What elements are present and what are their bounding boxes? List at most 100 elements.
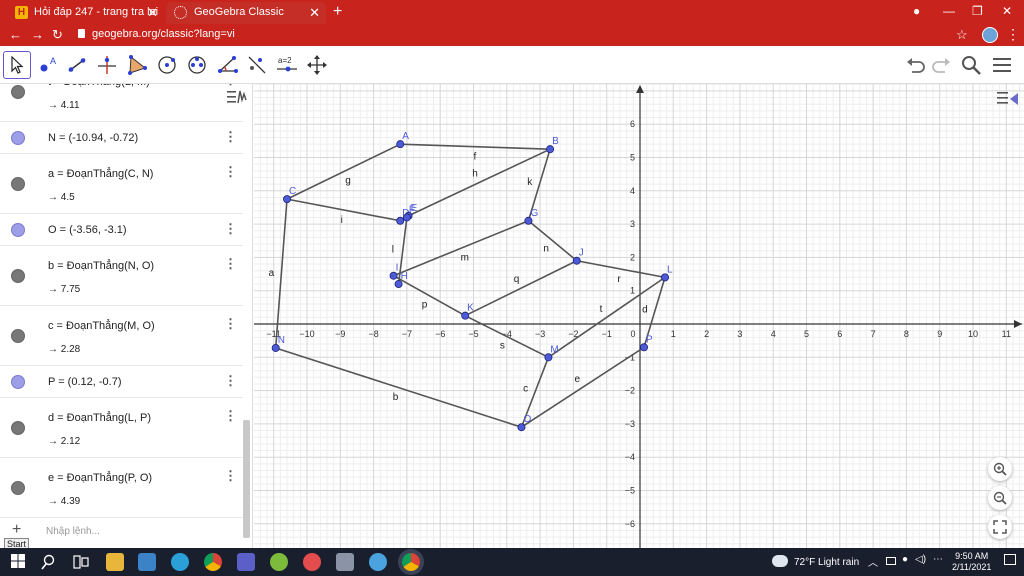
- tab-search-icon[interactable]: ●: [913, 4, 920, 18]
- main-menu-button[interactable]: [988, 51, 1016, 79]
- coordinate-plane[interactable]: −11 −10 −9 −8 −7 −6 −5 −4 −3 −2 −1 0 1 2 3 4 5 6 7 8 9 10 1165…: [254, 84, 1024, 548]
- app-icon-shield[interactable]: [336, 553, 354, 571]
- move-tool[interactable]: [3, 51, 31, 79]
- close-tab-icon[interactable]: ✕: [309, 5, 320, 21]
- url-field[interactable]: geogebra.org/classic?lang=vi: [92, 28, 235, 40]
- profile-avatar[interactable]: [982, 27, 998, 43]
- y-tick-label: −5: [625, 486, 635, 496]
- close-window-icon[interactable]: ✕: [1002, 4, 1012, 18]
- close-tab-icon[interactable]: ✕: [147, 5, 158, 21]
- search-button[interactable]: [957, 51, 985, 79]
- x-tick-label: 7: [871, 329, 876, 339]
- volume-icon[interactable]: ◁): [915, 554, 926, 565]
- tab-geogebra[interactable]: GeoGebra Classic ✕: [166, 2, 326, 24]
- search-taskbar-icon[interactable]: [40, 553, 58, 571]
- task-view-icon[interactable]: [72, 553, 90, 571]
- algebra-scrollbar[interactable]: [243, 420, 250, 538]
- move-view-tool[interactable]: [303, 51, 331, 79]
- undo-button[interactable]: [902, 51, 930, 79]
- ellipse-tool[interactable]: [183, 51, 211, 79]
- row-menu-icon[interactable]: ⋮: [224, 408, 237, 424]
- row-menu-icon[interactable]: ⋮: [224, 129, 237, 145]
- line-tool[interactable]: [63, 51, 91, 79]
- algebra-row[interactable]: e = ĐoạnThẳng(P, O) → 4.39 ⋮: [0, 458, 243, 518]
- add-icon[interactable]: +: [12, 521, 21, 539]
- point-tool[interactable]: A: [34, 51, 62, 79]
- battery-icon[interactable]: [886, 557, 896, 565]
- algebra-row[interactable]: c = ĐoạnThẳng(M, O) → 2.28 ⋮: [0, 306, 243, 366]
- new-tab-button[interactable]: +: [333, 3, 342, 21]
- row-menu-icon[interactable]: ⋮: [224, 256, 237, 272]
- file-explorer-icon[interactable]: [106, 553, 124, 571]
- visibility-toggle[interactable]: [11, 375, 25, 389]
- angle-tool[interactable]: [213, 51, 241, 79]
- algebra-definition[interactable]: d = ĐoạnThẳng(L, P): [48, 412, 151, 424]
- slider-tool[interactable]: a=2: [273, 51, 301, 79]
- row-menu-icon[interactable]: ⋮: [224, 373, 237, 389]
- forward-icon[interactable]: →: [31, 27, 44, 42]
- algebra-row[interactable]: b = ĐoạnThẳng(N, O) → 7.75 ⋮: [0, 246, 243, 306]
- visibility-toggle[interactable]: [11, 481, 25, 495]
- clock[interactable]: 9:50 AM 2/11/2021: [952, 551, 991, 573]
- weather-text[interactable]: 72°F Light rain: [794, 557, 859, 568]
- chrome-active-icon[interactable]: [402, 553, 420, 571]
- visibility-toggle[interactable]: [11, 131, 25, 145]
- edge-icon[interactable]: [171, 553, 189, 571]
- algebra-row[interactable]: d = ĐoạnThẳng(L, P) → 2.12 ⋮: [0, 398, 243, 458]
- algebra-definition[interactable]: t = ĐoạnThẳng(L, M): [48, 84, 150, 88]
- redo-button[interactable]: [927, 51, 955, 79]
- visibility-toggle[interactable]: [11, 329, 25, 343]
- perpendicular-tool[interactable]: [93, 51, 121, 79]
- app-icon-red[interactable]: [303, 553, 321, 571]
- fullscreen-button[interactable]: [988, 515, 1012, 539]
- visibility-toggle[interactable]: [11, 85, 25, 99]
- minimize-icon[interactable]: —: [943, 4, 955, 18]
- algebra-definition[interactable]: O = (-3.56, -3.1): [48, 224, 127, 236]
- windows-start-icon[interactable]: [10, 553, 28, 571]
- app-icon-green[interactable]: [270, 553, 288, 571]
- algebra-definition[interactable]: a = ĐoạnThẳng(C, N): [48, 168, 153, 180]
- graphics-view[interactable]: −11 −10 −9 −8 −7 −6 −5 −4 −3 −2 −1 0 1 2 3 4 5 6 7 8 9 10 11 6 5…: [254, 84, 1024, 548]
- row-menu-icon[interactable]: ⋮: [224, 316, 237, 332]
- circle-tool[interactable]: [153, 51, 181, 79]
- tab-hoidap[interactable]: H Hỏi đáp 247 - trang tra loi ✕: [6, 2, 164, 24]
- restore-icon[interactable]: ❐: [972, 4, 983, 18]
- algebra-row[interactable]: P = (0.12, -0.7) ⋮: [0, 366, 243, 398]
- bookmark-star-icon[interactable]: ☆: [956, 27, 968, 43]
- reload-icon[interactable]: ↻: [52, 27, 63, 43]
- chrome-icon[interactable]: [204, 553, 222, 571]
- visibility-toggle[interactable]: [11, 421, 25, 435]
- algebra-row[interactable]: O = (-3.56, -3.1) ⋮: [0, 214, 243, 246]
- zoom-out-button[interactable]: [988, 486, 1012, 510]
- row-menu-icon[interactable]: ⋮: [224, 468, 237, 484]
- reflect-tool[interactable]: [243, 51, 271, 79]
- polygon-tool[interactable]: [123, 51, 151, 79]
- algebra-definition[interactable]: N = (-10.94, -0.72): [48, 132, 138, 144]
- app-icon-blue[interactable]: [369, 553, 387, 571]
- teams-icon[interactable]: [237, 553, 255, 571]
- back-icon[interactable]: ←: [9, 27, 22, 42]
- browser-menu-icon[interactable]: ⋮: [1006, 26, 1020, 43]
- algebra-definition[interactable]: c = ĐoạnThẳng(M, O): [48, 320, 155, 332]
- algebra-row[interactable]: N = (-10.94, -0.72) ⋮: [0, 122, 243, 154]
- algebra-definition[interactable]: P = (0.12, -0.7): [48, 376, 121, 388]
- input-bar[interactable]: + Nhập lệnh...: [0, 516, 243, 548]
- language-icon[interactable]: ⋯: [933, 554, 943, 565]
- tray-up-icon[interactable]: ︿: [868, 554, 878, 569]
- algebra-row[interactable]: t = ĐoạnThẳng(L, M)→ 4.11⋮: [0, 84, 243, 122]
- visibility-toggle[interactable]: [11, 223, 25, 237]
- visibility-toggle[interactable]: [11, 269, 25, 283]
- microphone-icon[interactable]: ●: [902, 554, 908, 565]
- row-menu-icon[interactable]: ⋮: [224, 164, 237, 180]
- algebra-definition[interactable]: e = ĐoạnThẳng(P, O): [48, 472, 152, 484]
- zoom-in-button[interactable]: [988, 457, 1012, 481]
- algebra-row[interactable]: a = ĐoạnThẳng(C, N) → 4.5 ⋮: [0, 154, 243, 214]
- y-axis-arrow: [636, 85, 644, 93]
- graphics-style-button[interactable]: [996, 89, 1020, 112]
- algebra-definition[interactable]: b = ĐoạnThẳng(N, O): [48, 260, 154, 272]
- row-menu-icon[interactable]: ⋮: [224, 221, 237, 237]
- algebra-style-button[interactable]: [226, 88, 248, 111]
- notification-icon[interactable]: [1004, 554, 1016, 565]
- visibility-toggle[interactable]: [11, 177, 25, 191]
- store-icon[interactable]: [138, 553, 156, 571]
